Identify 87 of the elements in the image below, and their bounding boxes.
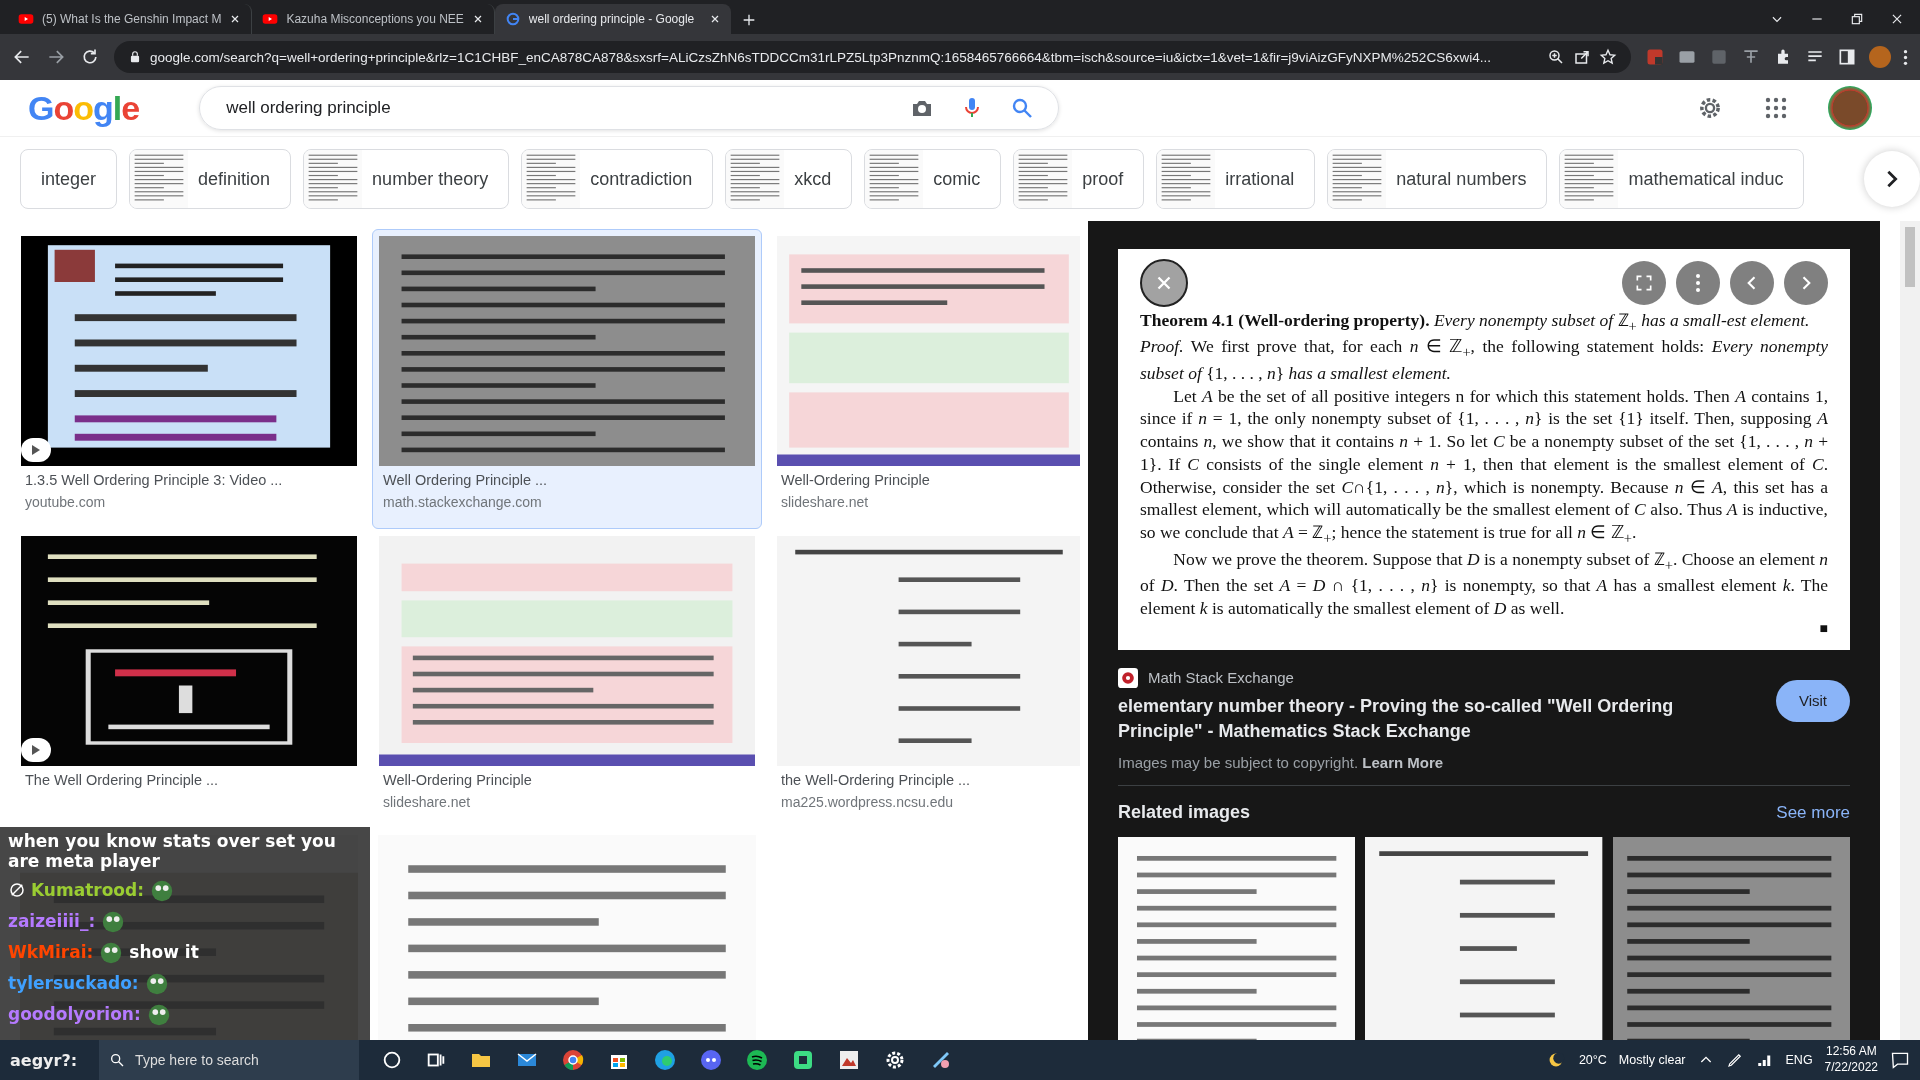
- spotify-icon[interactable]: [745, 1048, 770, 1072]
- chat-username: Kumatrood:: [31, 879, 144, 900]
- image-result[interactable]: Well Ordering Principle ... math.stackexchange.com: [372, 229, 762, 529]
- filter-chip[interactable]: contradiction: [521, 149, 714, 209]
- clock[interactable]: 12:56 AM 7/22/2022: [1824, 1044, 1878, 1076]
- image-result[interactable]: the Well-Ordering Principle ... ma225.wordpress.ncsu.edu: [770, 529, 1080, 829]
- visit-button[interactable]: Visit: [1776, 679, 1850, 722]
- filter-chip[interactable]: integer: [20, 149, 118, 209]
- pen-icon[interactable]: [1725, 1051, 1744, 1069]
- result-title[interactable]: the Well-Ordering Principle ...: [777, 772, 1080, 788]
- lock-icon: [128, 50, 142, 64]
- zoom-icon[interactable]: [1547, 48, 1565, 66]
- result-source: youtube.com: [24, 494, 107, 510]
- filter-chip[interactable]: proof: [1013, 149, 1145, 209]
- result-title[interactable]: Well Ordering Principle ...: [379, 472, 755, 488]
- image-result[interactable]: 1.3.5 Well Ordering Principle 3: Video ... youtube.com: [14, 229, 364, 529]
- scrollbar[interactable]: [1900, 221, 1920, 1040]
- chat-app-icon[interactable]: [699, 1048, 724, 1072]
- result-title[interactable]: 1.3.5 Well Ordering Principle 3: Video ...: [21, 472, 357, 488]
- previous-button[interactable]: [1730, 261, 1774, 305]
- filter-chip[interactable]: natural numbers: [1327, 149, 1548, 209]
- result-title[interactable]: The Well Ordering Principle ...: [21, 772, 357, 788]
- close-icon[interactable]: [1890, 12, 1904, 26]
- google-logo[interactable]: Google: [28, 88, 140, 128]
- filter-chip[interactable]: xkcd: [725, 149, 853, 209]
- video-icon: [18, 11, 34, 27]
- chat-username: goodolyorion:: [8, 1003, 141, 1024]
- proof-paragraph: Let A be the set of all positive integers n for which this statement holds. Then A contains 1, since if n = 1, the only nonempty subset of {1, . . . , n} is the set {1} itself. Then, supposing A contains n, we show that it contains n + 1. So let C be a nonempty subset of the set {1, . . . , n + 1}. If C consists of the single element n + 1, then that element is the smallest element of C. Otherwise, consider the set C∩{1, . . . , n}, which is nonempty. Because n ∈ A, this set has a smallest element, which will automatically be the smallest element of C also. Thus A is inductive, so we conclude that A = ℤ$_{+}$; hence the statement is true for all n ∈ ℤ$_{+}$.: [1140, 384, 1828, 548]
- chat-username: WkMirai:: [8, 941, 94, 962]
- edge-icon[interactable]: [653, 1048, 678, 1072]
- notification-icon[interactable]: [1890, 1050, 1910, 1070]
- share-icon[interactable]: [1573, 48, 1591, 66]
- result-title[interactable]: Well-Ordering Principle: [777, 472, 1080, 488]
- result-source: math.stackexchange.com: [382, 494, 543, 510]
- close-button[interactable]: [1140, 259, 1188, 307]
- result-source: ma225.wordpress.ncsu.edu: [780, 794, 954, 810]
- theorem-text: Theorem 4.1 (Well-ordering property). Every nonempty subset of ℤ$_{+}$ has a small-est element.: [1140, 309, 1811, 336]
- result-source: slideshare.net: [780, 494, 870, 510]
- fullscreen-button[interactable]: [1622, 261, 1666, 305]
- taskbar-search-bar[interactable]: Type here to search: [99, 1040, 360, 1080]
- search-icon: [109, 1052, 126, 1068]
- filter-chip[interactable]: irrational: [1156, 149, 1316, 209]
- video-icon: [262, 11, 279, 27]
- image-result[interactable]: Well-Ordering Principle slideshare.net: [372, 529, 762, 829]
- search-field[interactable]: well ordering principle: [224, 97, 885, 119]
- qed-mark: ■: [1819, 620, 1828, 636]
- page-title-link[interactable]: elementary number theory - Proving the so-called "Well Ordering Principle" - Mathematics Stack Exchange: [1118, 693, 1756, 745]
- filter-chip[interactable]: number theory: [303, 149, 510, 209]
- google-icon: [504, 11, 521, 27]
- apps-icon[interactable]: [1764, 96, 1788, 120]
- proof-paragraph: Proof. We first prove that, for each n ∈ ℤ$_{+}$, the following statement holds: Every nonempty subset of {1, . . . , n} has a smallest element.: [1140, 335, 1828, 385]
- learn-more-link[interactable]: Learn More: [1362, 754, 1444, 772]
- result-title[interactable]: Well-Ordering Principle: [379, 772, 755, 788]
- chat-message: show it: [129, 941, 199, 962]
- next-button[interactable]: [1784, 261, 1828, 305]
- source-name[interactable]: Math Stack Exchange: [1148, 669, 1294, 687]
- chat-username: aegyr?:: [10, 1050, 78, 1070]
- language-indicator[interactable]: ENG: [1785, 1053, 1813, 1067]
- restore-icon[interactable]: [1850, 12, 1864, 26]
- reload-icon[interactable]: [80, 47, 100, 67]
- section-heading: Related images: [1118, 802, 1251, 824]
- image-result[interactable]: Well-Ordering Principle slideshare.net: [770, 229, 1080, 529]
- taskbar-search-field[interactable]: Type here to search: [133, 1051, 350, 1069]
- address-bar[interactable]: google.com/search?q=well+ordering+principle&rlz=1C1CHBF_enCA878CA878&sxsrf=ALiCzsZhN6sTDDCCm31rLPZ5Ltp3PnznmQ:1658465766664&tbm=isch&source=iu&ictx=1&vet=1&fir=j9viAizGFyNXPM%252CS6xwi4...: [114, 41, 1631, 73]
- see-more-link[interactable]: See more: [1776, 802, 1850, 823]
- result-source: slideshare.net: [382, 794, 472, 810]
- image-result[interactable]: The Well Ordering Principle ...: [14, 529, 364, 829]
- more-icon[interactable]: [1903, 48, 1908, 66]
- proof-paragraph: Now we prove the theorem. Suppose that D is a nonempty subset of ℤ$_{+}$. Choose an element n of D. Then the set A = D ∩ {1, . . . , n} is nonempty, so that A has a smallest element k. The element k is automatically the smallest element of D as well.: [1140, 547, 1828, 620]
- chrome-icon[interactable]: [561, 1048, 586, 1072]
- temperature[interactable]: 20°C: [1578, 1053, 1607, 1067]
- chat-username: tylersuckado:: [8, 972, 139, 993]
- chat-username: zaizeiiii_:: [8, 910, 96, 931]
- filter-chip[interactable]: definition: [129, 149, 292, 209]
- browser-tab[interactable]: well ordering principle - Google: [494, 4, 731, 34]
- expand-icon: [1634, 273, 1654, 293]
- filter-chip[interactable]: mathematical induc: [1559, 149, 1805, 209]
- side-panel-icon[interactable]: [1837, 47, 1857, 67]
- chat-message: when you know stats over set you are meta player: [8, 831, 337, 872]
- filter-chip[interactable]: comic: [864, 149, 1002, 209]
- copyright-notice: Images may be subject to copyright.: [1118, 754, 1359, 772]
- more-icon: [1695, 273, 1701, 293]
- more-button[interactable]: [1676, 261, 1720, 305]
- profile-avatar[interactable]: [1828, 86, 1872, 130]
- star-icon[interactable]: [1599, 48, 1617, 66]
- weather-condition[interactable]: Mostly clear: [1618, 1053, 1686, 1067]
- site-icon: [1118, 667, 1138, 688]
